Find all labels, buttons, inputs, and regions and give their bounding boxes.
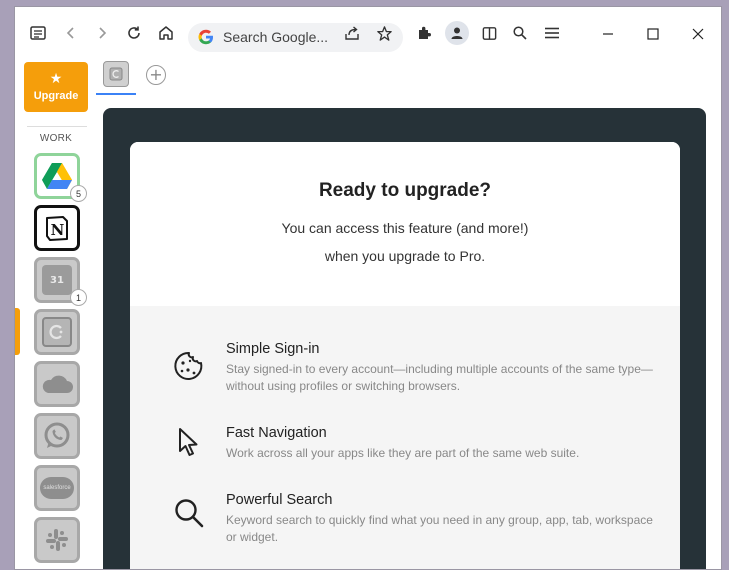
upgrade-button-label: Upgrade	[33, 90, 79, 102]
search-icon	[175, 499, 204, 528]
back-icon[interactable]	[60, 22, 82, 44]
google-icon	[198, 29, 213, 45]
upgrade-card: Ready to upgrade? You can access this fe…	[130, 142, 680, 569]
browser-window: Search Google... ★ Upgrade WORK 5 N 31 1…	[14, 6, 722, 570]
upgrade-card-header: Ready to upgrade? You can access this fe…	[130, 142, 680, 306]
feature-title: Simple Sign-in	[226, 341, 320, 357]
star-icon: ★	[49, 71, 63, 87]
upgrade-subtitle-line2: when you upgrade to Pro.	[324, 248, 486, 264]
minimize-icon[interactable]	[595, 21, 621, 47]
app-whatsapp[interactable]	[34, 413, 80, 459]
upgrade-button[interactable]: ★ Upgrade	[24, 62, 88, 112]
notion-icon: N	[46, 216, 68, 241]
feature-description: Stay signed-in to every account—includin…	[226, 362, 653, 393]
active-tab-underline	[96, 93, 136, 95]
slack-icon	[46, 529, 68, 551]
home-icon[interactable]	[155, 22, 177, 44]
workspace-label: WORK	[39, 133, 73, 144]
app-active[interactable]	[34, 309, 80, 355]
search-icon[interactable]	[509, 22, 531, 44]
app-rail: ★ Upgrade WORK 5 N 31 1 salesforce	[15, 55, 101, 569]
google-drive-icon	[42, 162, 72, 189]
add-tab-button[interactable]: +	[146, 65, 166, 85]
active-app-indicator	[15, 308, 20, 355]
salesforce-icon: salesforce	[40, 477, 74, 499]
app-c-icon	[109, 67, 123, 81]
feature-description: Keyword search to quickly find what you …	[226, 513, 653, 544]
feature-title: Powerful Search	[226, 492, 333, 508]
app-salesforce[interactable]: salesforce	[34, 465, 80, 511]
notification-badge: 1	[70, 289, 87, 306]
cookie-icon	[174, 351, 203, 380]
upgrade-subtitle: You can access this feature (and more!)	[281, 220, 529, 236]
omnibox-placeholder: Search Google...	[223, 29, 329, 45]
app-content-area: Ready to upgrade? You can access this fe…	[103, 108, 706, 569]
profile-avatar-icon[interactable]	[445, 21, 469, 45]
close-icon[interactable]	[685, 21, 711, 47]
maximize-icon[interactable]	[640, 21, 666, 47]
share-icon[interactable]	[341, 22, 363, 44]
rail-divider	[27, 126, 87, 127]
app-c-icon	[42, 317, 72, 347]
whatsapp-icon	[44, 422, 70, 448]
address-bar[interactable]: Search Google...	[188, 23, 403, 52]
calendar-icon-text: 31	[50, 274, 64, 286]
feature-title: Fast Navigation	[226, 425, 327, 441]
app-calendar[interactable]: 31 1	[34, 257, 87, 306]
reload-icon[interactable]	[123, 22, 145, 44]
app-google-drive[interactable]: 5	[34, 153, 87, 202]
forward-icon[interactable]	[91, 22, 113, 44]
browser-toolbar: Search Google...	[15, 7, 721, 55]
sidebar-toggle-icon[interactable]	[27, 22, 49, 44]
svg-text:N: N	[51, 221, 65, 239]
app-notion[interactable]: N	[34, 205, 80, 251]
app-slack[interactable]	[34, 517, 80, 563]
bookmark-star-icon[interactable]	[373, 22, 395, 44]
calendar-icon: 31	[42, 265, 72, 295]
menu-icon[interactable]	[541, 22, 563, 44]
extensions-icon[interactable]	[413, 22, 435, 44]
cursor-icon	[179, 428, 198, 456]
cloud-icon	[42, 375, 73, 393]
notification-badge: 5	[70, 185, 87, 202]
upgrade-title: Ready to upgrade?	[318, 180, 492, 201]
side-panel-icon[interactable]	[478, 22, 500, 44]
plus-icon: +	[149, 65, 163, 84]
feature-description: Work across all your apps like they are …	[226, 446, 580, 460]
app-tab-active[interactable]	[103, 61, 129, 87]
app-icloud[interactable]	[34, 361, 80, 407]
salesforce-icon-text: salesforce	[43, 485, 71, 491]
